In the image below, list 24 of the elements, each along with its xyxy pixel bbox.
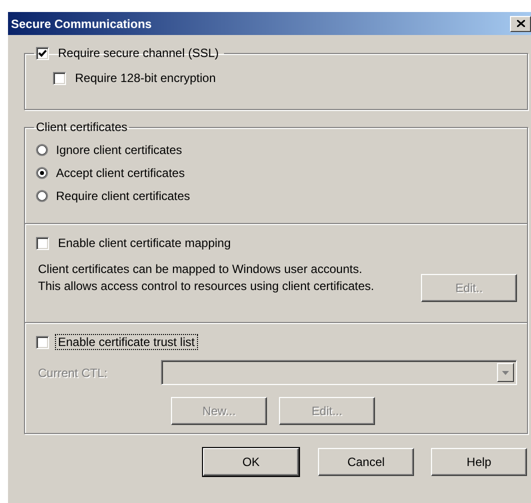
radio-button[interactable] [36,166,48,178]
dropdown-arrow-icon [502,370,509,374]
current-ctl-label: Current CTL: [38,366,108,380]
radio-label: Accept client certificates [55,166,186,180]
checkbox-label: Enable certificate trust list [55,334,198,350]
radio-button[interactable] [36,190,48,202]
checkbox-label: Enable client certificate mapping [57,235,232,251]
checkbox-label: Require secure channel (SSL) [57,45,220,61]
radio-label: Require client certificates [55,188,192,202]
description-text: Client certificates can be mapped to Windows user accounts. This allows access control to resources using client certificates. [38,261,376,295]
close-button[interactable] [510,16,531,32]
group-title: Client certificates [36,120,128,134]
checkbox-label: Require 128-bit encryption [74,70,217,86]
radio-button[interactable] [36,144,48,156]
cancel-button[interactable]: Cancel [318,448,414,476]
checkbox[interactable] [53,72,66,84]
checkbox[interactable] [36,236,49,250]
help-button[interactable]: Help [431,448,527,476]
close-icon [516,20,524,27]
window-title: Secure Communications [11,16,152,30]
ok-button[interactable]: OK [203,448,299,476]
checkbox[interactable] [36,46,49,60]
radio-label: Ignore client certificates [55,142,184,156]
checkbox[interactable] [36,336,49,348]
